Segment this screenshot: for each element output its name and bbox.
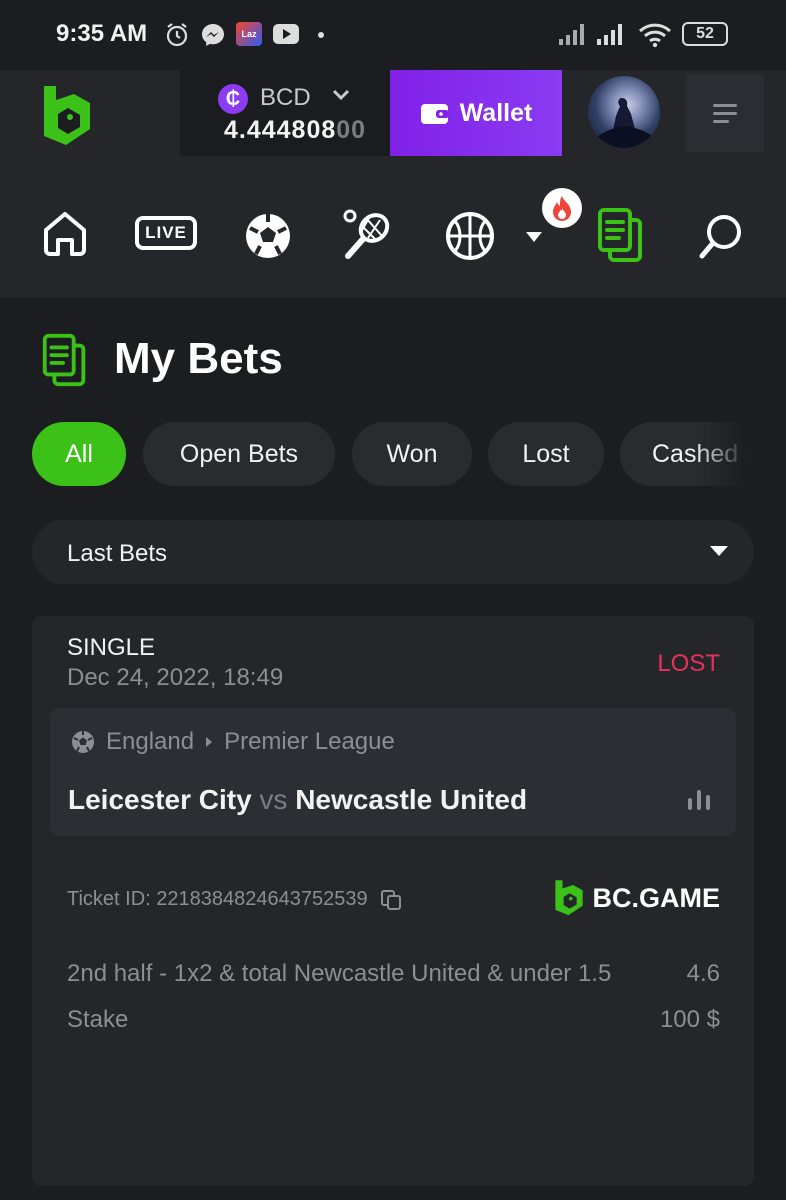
bet-selection: 2nd half - 1x2 & total Newcastle United … [67, 960, 612, 987]
search-icon[interactable] [698, 212, 746, 260]
stake-value: 100 $ [659, 1006, 720, 1033]
basketball-icon[interactable] [444, 210, 496, 262]
status-badge: LOST [657, 650, 720, 677]
app-header: ₵ BCD 4.44480800 Wallet [0, 70, 786, 170]
bet-odds: 4.6 [686, 960, 720, 987]
bet-card[interactable]: SINGLE Dec 24, 2022, 18:49 LOST England … [32, 616, 754, 1186]
wifi-icon [638, 23, 672, 48]
ticket-id-text: Ticket ID: 2218384824643752539 [67, 888, 368, 910]
caret-down-icon [710, 546, 728, 556]
bc-logo-icon[interactable] [40, 84, 94, 148]
page-title: My Bets [114, 334, 283, 383]
select-value: Last Bets [67, 540, 168, 567]
youtube-icon [273, 24, 299, 44]
menu-button[interactable] [686, 74, 764, 152]
wallet-icon [420, 104, 449, 124]
home-icon[interactable] [40, 208, 90, 258]
dot-icon [318, 32, 324, 38]
brand-name: BC.GAME [592, 882, 721, 913]
soccer-icon [72, 731, 94, 753]
avatar-figure-icon [598, 98, 652, 148]
balance-value: 4.44480800 [224, 116, 367, 144]
signal-icon [597, 24, 622, 45]
soccer-icon[interactable] [242, 210, 294, 262]
bet-filter-tabs: All Open Bets Won Lost Cashed out [32, 422, 754, 486]
avatar[interactable] [588, 76, 660, 148]
tab-won[interactable]: Won [352, 422, 472, 486]
battery-icon: 52 [682, 22, 728, 46]
tabs-fade [694, 422, 754, 486]
alarm-icon [166, 23, 188, 47]
bc-logo-icon [554, 880, 583, 916]
league-name: Premier League [224, 728, 395, 755]
hot-badge [542, 188, 582, 228]
lazada-icon: Laz [236, 22, 262, 46]
bets-period-select[interactable]: Last Bets [32, 520, 754, 584]
sports-nav: LIVE [0, 170, 786, 298]
chevron-down-icon [332, 89, 350, 101]
live-label: LIVE [145, 223, 187, 242]
copy-icon[interactable] [380, 889, 402, 911]
match-teams: Leicester City vs Newcastle United [68, 784, 527, 816]
tab-all[interactable]: All [32, 422, 126, 486]
currency-name: BCD [260, 84, 311, 111]
menu-icon [713, 104, 737, 123]
my-bets-title-icon [42, 333, 86, 387]
tab-open-bets[interactable]: Open Bets [143, 422, 335, 486]
stake-label: Stake [67, 1006, 129, 1033]
chevron-right-icon [206, 737, 213, 747]
my-bets-icon[interactable] [596, 206, 646, 264]
home-team: Leicester City [68, 784, 252, 815]
signal-icon [559, 24, 584, 45]
messenger-icon [202, 24, 224, 46]
ticket-id: Ticket ID: 2218384824643752539 [67, 888, 402, 911]
bcd-currency-icon: ₵ [218, 84, 248, 114]
tab-lost[interactable]: Lost [488, 422, 604, 486]
status-bar: 9:35 AM Laz 52 [0, 0, 786, 70]
stats-icon[interactable] [686, 788, 712, 812]
match-info[interactable]: England Premier League Leicester City vs… [50, 708, 736, 836]
bc-game-brand: BC.GAME [553, 878, 721, 918]
live-icon[interactable]: LIVE [135, 216, 197, 250]
balance-selector[interactable]: ₵ BCD 4.44480800 [180, 70, 390, 156]
battery-level: 52 [696, 25, 714, 42]
away-team: Newcastle United [295, 784, 528, 815]
bet-date: Dec 24, 2022, 18:49 [67, 664, 284, 691]
status-time: 9:35 AM [56, 20, 148, 47]
fire-icon [553, 196, 571, 221]
league-breadcrumb: England Premier League [70, 728, 395, 756]
vs-label: vs [259, 784, 288, 815]
bet-type: SINGLE [67, 634, 156, 661]
country-name: England [106, 728, 195, 755]
more-caret-icon[interactable] [526, 232, 542, 242]
tennis-icon[interactable] [340, 206, 396, 262]
wallet-button[interactable]: Wallet [390, 70, 562, 156]
wallet-label: Wallet [459, 98, 533, 127]
